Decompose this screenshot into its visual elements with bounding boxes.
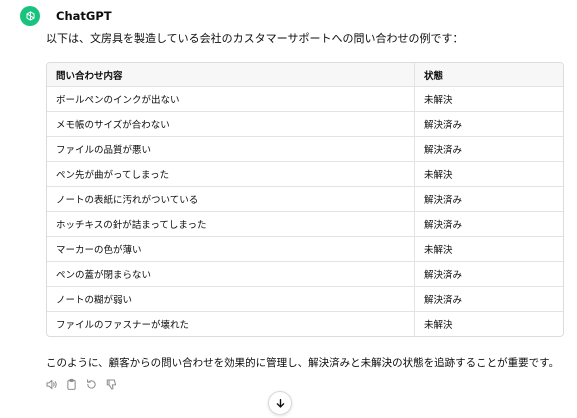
inquiry-cell: ノートの表紙に汚れがついている bbox=[47, 186, 415, 212]
thumbs-down-icon bbox=[106, 379, 116, 390]
speaker-icon bbox=[46, 379, 57, 389]
inquiry-cell: ノートの糊が弱い bbox=[47, 286, 415, 312]
copy-icon bbox=[66, 378, 76, 390]
copy-button[interactable] bbox=[64, 377, 78, 391]
inquiry-cell: ファイルの品質が悪い bbox=[47, 136, 415, 162]
inquiry-table: 問い合わせ内容 状態 ボールペンのインクが出ない 未解決 メモ帳のサイズが合わな… bbox=[46, 62, 564, 337]
table-row: ノートの表紙に汚れがついている 解決済み bbox=[47, 186, 563, 212]
status-cell: 解決済み bbox=[414, 111, 563, 137]
column-header-status: 状態 bbox=[414, 63, 563, 87]
status-cell: 未解決 bbox=[414, 86, 563, 112]
outro-text: このように、顧客からの問い合わせを効果的に管理し、解決済みと未解決の状態を追跡す… bbox=[46, 357, 560, 369]
inquiry-cell: ファイルのファスナーが壊れた bbox=[47, 311, 415, 336]
inquiry-table-grid: 問い合わせ内容 状態 ボールペンのインクが出ない 未解決 メモ帳のサイズが合わな… bbox=[47, 63, 563, 336]
inquiry-cell: ボールペンのインクが出ない bbox=[47, 86, 415, 112]
message-author: ChatGPT bbox=[56, 9, 112, 23]
table-row: メモ帳のサイズが合わない 解決済み bbox=[47, 111, 563, 137]
read-aloud-button[interactable] bbox=[44, 377, 58, 391]
arrow-down-icon bbox=[276, 398, 284, 408]
table-row: ペンの蓋が閉まらない 解決済み bbox=[47, 261, 563, 287]
regenerate-button[interactable] bbox=[84, 377, 98, 391]
status-cell: 未解決 bbox=[414, 311, 563, 336]
column-header-inquiry: 問い合わせ内容 bbox=[47, 63, 415, 87]
inquiry-cell: ペンの蓋が閉まらない bbox=[47, 261, 415, 287]
table-row: ノートの糊が弱い 解決済み bbox=[47, 286, 563, 312]
inquiry-cell: メモ帳のサイズが合わない bbox=[47, 111, 415, 137]
inquiry-cell: ペン先が曲がってしまった bbox=[47, 161, 415, 187]
chatgpt-avatar bbox=[20, 6, 40, 26]
status-cell: 解決済み bbox=[414, 261, 563, 287]
message-actions bbox=[44, 377, 118, 391]
table-header-row: 問い合わせ内容 状態 bbox=[47, 63, 563, 87]
table-row: ファイルのファスナーが壊れた 未解決 bbox=[47, 311, 563, 336]
status-cell: 解決済み bbox=[414, 211, 563, 237]
openai-logo-icon bbox=[25, 10, 35, 21]
status-cell: 解決済み bbox=[414, 186, 563, 212]
table-row: ボールペンのインクが出ない 未解決 bbox=[47, 86, 563, 112]
table-row: ペン先が曲がってしまった 未解決 bbox=[47, 161, 563, 187]
message-header: ChatGPT bbox=[20, 6, 112, 26]
intro-text: 以下は、文房具を製造している会社のカスタマーサポートへの問い合わせの例です： bbox=[46, 32, 464, 45]
status-cell: 未解決 bbox=[414, 236, 563, 262]
refresh-icon bbox=[86, 378, 96, 389]
inquiry-cell: ホッチキスの針が詰まってしまった bbox=[47, 211, 415, 237]
status-cell: 解決済み bbox=[414, 286, 563, 312]
status-cell: 未解決 bbox=[414, 161, 563, 187]
table-row: ホッチキスの針が詰まってしまった 解決済み bbox=[47, 211, 563, 237]
inquiry-cell: マーカーの色が薄い bbox=[47, 236, 415, 262]
bad-response-button[interactable] bbox=[104, 377, 118, 391]
scroll-to-bottom-button[interactable] bbox=[268, 391, 292, 415]
table-row: マーカーの色が薄い 未解決 bbox=[47, 236, 563, 262]
status-cell: 解決済み bbox=[414, 136, 563, 162]
table-row: ファイルの品質が悪い 解決済み bbox=[47, 136, 563, 162]
